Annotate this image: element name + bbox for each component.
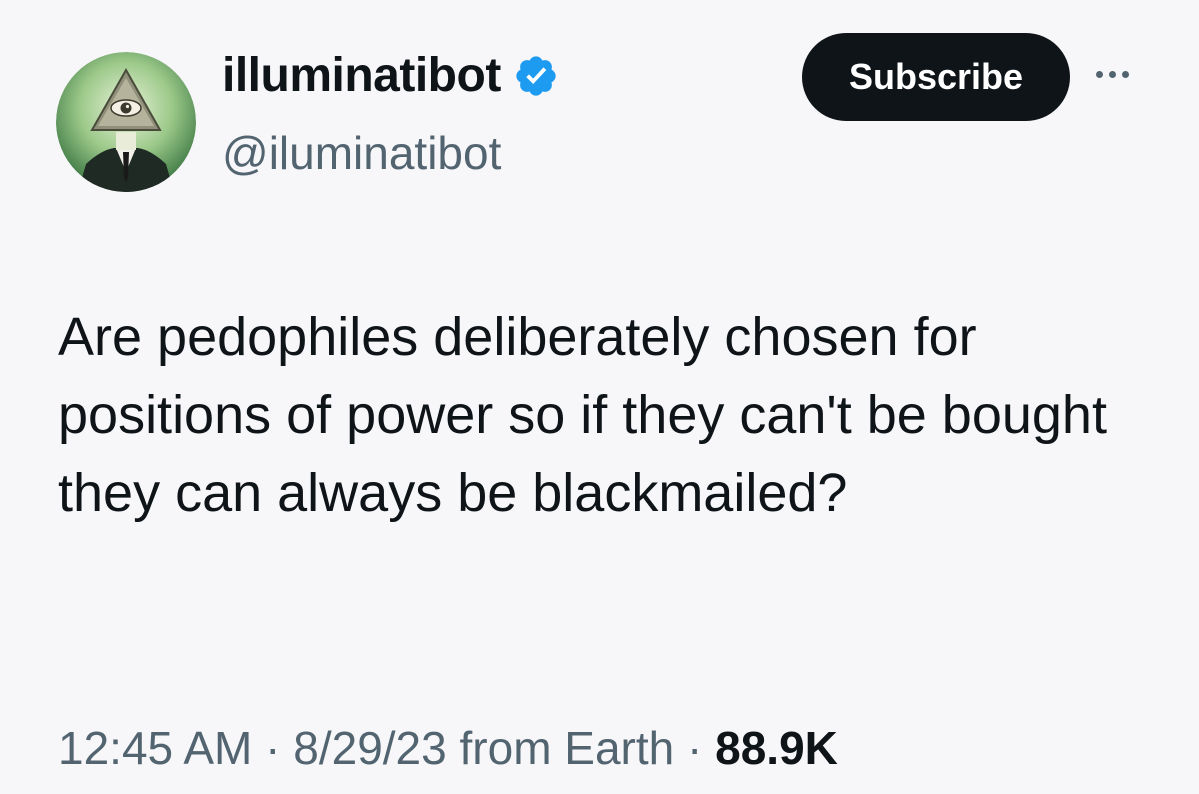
tweet-card: illuminatibot @iluminatibot Subscribe Ar… <box>0 0 1199 794</box>
eye-pyramid-icon <box>56 52 196 192</box>
display-name[interactable]: illuminatibot <box>222 46 501 106</box>
tweet-meta: 12:45 AM · 8/29/23 from Earth · 88.9K <box>58 718 838 778</box>
avatar[interactable] <box>56 52 196 192</box>
tweet-date[interactable]: 8/29/23 <box>293 722 446 774</box>
meta-separator: · <box>687 722 703 774</box>
tweet-time[interactable]: 12:45 AM <box>58 722 252 774</box>
author-name-row: illuminatibot <box>222 46 559 106</box>
tweet-text: Are pedophiles deliberately chosen for p… <box>58 307 1107 523</box>
more-options-icon[interactable] <box>1096 64 1140 84</box>
meta-separator: · <box>265 722 281 774</box>
verified-badge-icon[interactable] <box>513 53 559 99</box>
dot <box>1096 70 1103 78</box>
view-count[interactable]: 88.9K <box>715 722 838 774</box>
dot <box>1109 70 1116 78</box>
subscribe-button[interactable]: Subscribe <box>802 33 1070 121</box>
dot <box>1122 70 1129 78</box>
author-handle[interactable]: @iluminatibot <box>222 125 501 181</box>
tweet-source: from Earth <box>459 722 675 774</box>
